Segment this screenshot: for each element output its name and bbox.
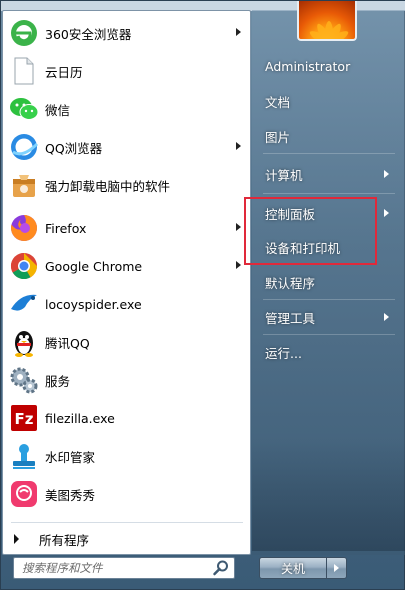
right-item-label: 文档 xyxy=(265,94,291,110)
program-item-360-browser[interactable]: 360安全浏览器 xyxy=(5,14,249,52)
submenu-arrow-icon xyxy=(384,170,389,178)
chrome-icon xyxy=(8,250,40,282)
triangle-right-icon xyxy=(14,534,19,544)
wechat-icon xyxy=(8,93,40,125)
program-label: 云日历 xyxy=(45,64,83,80)
divider xyxy=(11,522,243,523)
program-item-qq-browser[interactable]: QQ浏览器 xyxy=(5,128,249,166)
right-item-admin-tools[interactable]: 管理工具 xyxy=(259,302,399,332)
program-label: QQ浏览器 xyxy=(45,140,103,156)
divider xyxy=(263,334,395,335)
all-programs-button[interactable]: 所有程序 xyxy=(5,526,249,552)
program-list: 360安全浏览器 云日历 微信 QQ浏览器 强力卸载电脑中的软件 Firefox… xyxy=(2,10,251,555)
360-browser-icon xyxy=(8,17,40,49)
right-item-administrator[interactable]: Administrator xyxy=(259,51,399,81)
program-label: 美图秀秀 xyxy=(45,487,96,503)
annotation-highlight-box xyxy=(244,197,377,265)
document-icon xyxy=(8,55,40,87)
program-item-uninstaller[interactable]: 强力卸载电脑中的软件 xyxy=(5,166,249,204)
right-item-label: 计算机 xyxy=(265,167,303,183)
right-item-run[interactable]: 运行... xyxy=(259,337,399,367)
submenu-arrow-icon xyxy=(236,28,241,36)
submenu-arrow-icon xyxy=(236,261,241,269)
shutdown-label: 关机 xyxy=(280,561,305,576)
program-label: filezilla.exe xyxy=(45,410,115,426)
spider-icon xyxy=(8,288,40,320)
right-item-default-programs[interactable]: 默认程序 xyxy=(259,267,399,297)
right-item-computer[interactable]: 计算机 xyxy=(259,159,399,189)
submenu-arrow-icon xyxy=(236,142,241,150)
divider xyxy=(263,153,395,154)
divider xyxy=(263,299,395,300)
stamp-icon xyxy=(8,440,40,472)
program-item-cloud-calendar[interactable]: 云日历 xyxy=(5,52,249,90)
program-label: locoyspider.exe xyxy=(45,296,142,312)
program-label: Firefox xyxy=(45,220,87,236)
program-item-firefox[interactable]: Firefox xyxy=(5,209,249,247)
shutdown-button[interactable]: 关机 xyxy=(259,557,327,579)
program-label: 服务 xyxy=(45,373,71,389)
firefox-icon xyxy=(8,212,40,244)
right-pane-shade xyxy=(252,441,405,551)
start-menu: 360安全浏览器 云日历 微信 QQ浏览器 强力卸载电脑中的软件 Firefox… xyxy=(0,0,405,590)
triangle-right-icon xyxy=(334,564,339,572)
program-label: 微信 xyxy=(45,102,71,118)
right-item-documents[interactable]: 文档 xyxy=(259,86,399,116)
right-item-label: 图片 xyxy=(265,129,291,145)
divider xyxy=(263,193,395,194)
program-item-wechat[interactable]: 微信 xyxy=(5,90,249,128)
program-label: 强力卸载电脑中的软件 xyxy=(45,178,171,194)
filezilla-icon: Fz xyxy=(8,402,40,434)
right-item-label: 管理工具 xyxy=(265,310,316,326)
submenu-arrow-icon xyxy=(236,223,241,231)
submenu-arrow-icon xyxy=(384,209,389,217)
program-item-meitu[interactable]: 美图秀秀 xyxy=(5,475,249,513)
right-item-pictures[interactable]: 图片 xyxy=(259,121,399,151)
user-avatar[interactable] xyxy=(297,1,357,41)
all-programs-label: 所有程序 xyxy=(39,532,90,548)
program-item-filezilla[interactable]: Fz filezilla.exe xyxy=(5,399,249,437)
meitu-icon xyxy=(8,478,40,510)
program-label: 360安全浏览器 xyxy=(45,26,132,42)
shutdown-options-button[interactable] xyxy=(327,557,347,579)
qq-penguin-icon xyxy=(8,326,40,358)
search-icon[interactable] xyxy=(212,559,230,577)
gears-icon xyxy=(8,364,40,396)
program-item-services[interactable]: 服务 xyxy=(5,361,249,399)
uninstaller-icon xyxy=(8,169,40,201)
svg-text:Fz: Fz xyxy=(15,410,34,428)
search-box[interactable] xyxy=(13,557,235,579)
program-item-tencent-qq[interactable]: 腾讯QQ xyxy=(5,323,249,361)
program-item-google-chrome[interactable]: Google Chrome xyxy=(5,247,249,285)
program-item-locoyspider[interactable]: locoyspider.exe xyxy=(5,285,249,323)
program-item-watermark[interactable]: 水印管家 xyxy=(5,437,249,475)
right-item-label: Administrator xyxy=(265,58,351,74)
search-input[interactable] xyxy=(14,559,212,577)
program-label: 腾讯QQ xyxy=(45,335,90,351)
submenu-arrow-icon xyxy=(384,313,389,321)
qq-browser-icon xyxy=(8,131,40,163)
program-label: Google Chrome xyxy=(45,258,143,274)
right-item-label: 默认程序 xyxy=(265,275,316,291)
right-item-label: 运行... xyxy=(265,345,302,361)
program-label: 水印管家 xyxy=(45,449,96,465)
